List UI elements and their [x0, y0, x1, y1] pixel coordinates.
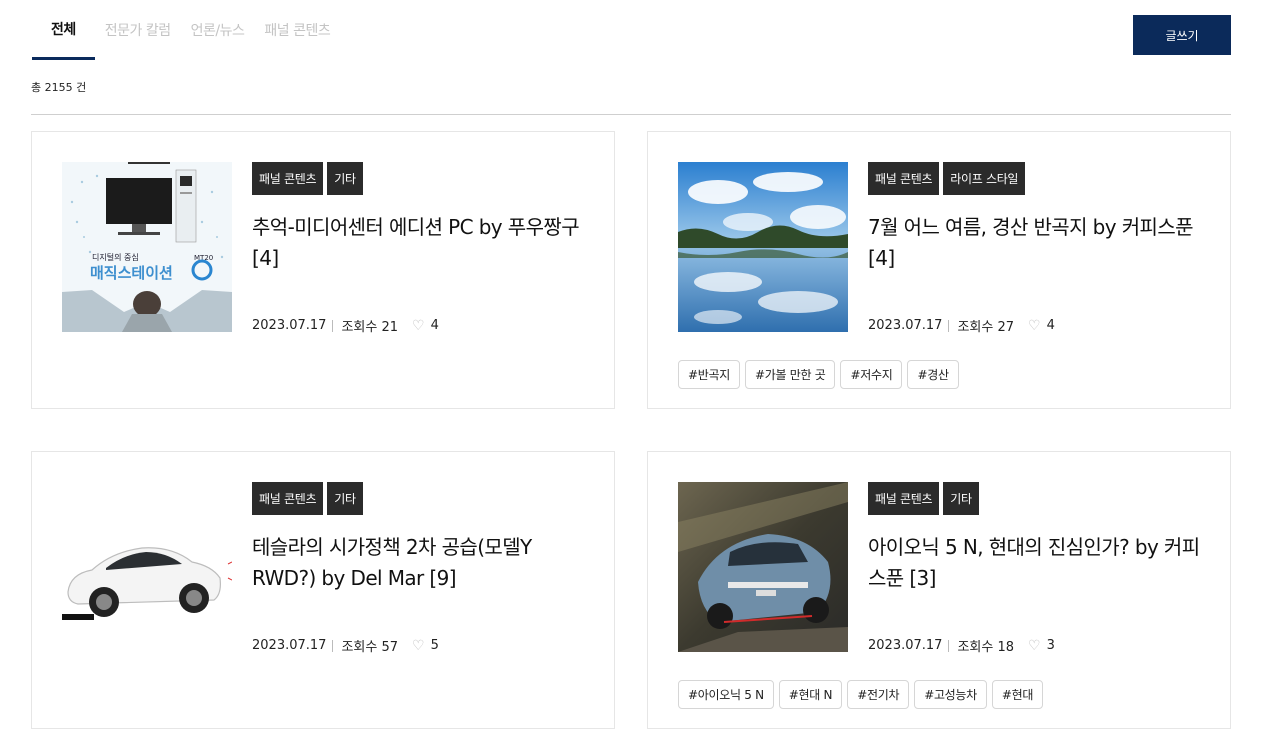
post-thumbnail — [678, 162, 848, 332]
divider — [31, 114, 1231, 115]
post-card[interactable]: 패널 콘텐츠 기타 테슬라의 시가정책 2차 공습(모델Y RWD?) by D… — [31, 451, 615, 729]
heart-outline-icon[interactable]: ♡ — [1028, 638, 1041, 654]
thumb-brand: 매직스테이션 — [90, 264, 173, 282]
post-thumbnail — [62, 482, 232, 652]
post-thumbnail — [678, 482, 848, 652]
post-views: 조회수 18 — [957, 640, 1014, 655]
write-button[interactable]: 글쓰기 — [1133, 15, 1231, 55]
post-card[interactable]: 디지털의 중심 MT20 매직스테이션 패널 콘텐츠 기타 추억-미디어센터 에… — [31, 131, 615, 409]
post-meta: 2023.07.17 조회수 18 ♡ 3 — [868, 636, 1055, 656]
post-title[interactable]: 7월 어느 여름, 경산 반곡지 by 커피스푼 [4] — [868, 212, 1208, 274]
hashtag[interactable]: #고성능차 — [914, 680, 987, 709]
heart-outline-icon[interactable]: ♡ — [412, 638, 425, 654]
post-meta: 2023.07.17 조회수 57 ♡ 5 — [252, 636, 439, 656]
post-likes: 4 — [1046, 318, 1055, 333]
heart-outline-icon[interactable]: ♡ — [412, 318, 425, 334]
post-meta: 2023.07.17 조회수 27 ♡ 4 — [868, 316, 1055, 336]
hashtag[interactable]: #반곡지 — [678, 360, 740, 389]
meta-separator — [948, 639, 950, 652]
category-badge[interactable]: 패널 콘텐츠 — [868, 162, 940, 195]
post-views: 조회수 57 — [341, 640, 398, 655]
tag-list: #반곡지 #가볼 만한 곳 #저수지 #경산 — [678, 360, 959, 389]
category-badge[interactable]: 패널 콘텐츠 — [252, 162, 324, 195]
meta-separator — [948, 319, 950, 332]
post-card[interactable]: 패널 콘텐츠 기타 아이오닉 5 N, 현대의 진심인가? by 커피스푼 [3… — [647, 451, 1231, 729]
category-badge[interactable]: 패널 콘텐츠 — [868, 482, 940, 515]
post-title[interactable]: 아이오닉 5 N, 현대의 진심인가? by 커피스푼 [3] — [868, 532, 1208, 594]
meta-separator — [332, 319, 334, 332]
tab-expert-column[interactable]: 전문가 칼럼 — [95, 0, 181, 60]
thumb-caption: 디지털의 중심 — [92, 252, 139, 262]
hashtag[interactable]: #현대 — [991, 680, 1044, 709]
hashtag[interactable]: #가볼 만한 곳 — [744, 360, 836, 389]
hashtag[interactable]: #전기차 — [847, 680, 910, 709]
post-likes: 5 — [430, 638, 439, 653]
hashtag[interactable]: #저수지 — [840, 360, 903, 389]
post-views: 조회수 21 — [341, 320, 398, 335]
post-thumbnail: 디지털의 중심 MT20 매직스테이션 — [62, 162, 232, 332]
hashtag[interactable]: #현대 N — [778, 680, 843, 709]
post-likes: 3 — [1046, 638, 1055, 653]
category-badge[interactable]: 기타 — [943, 482, 979, 515]
tab-all[interactable]: 전체 — [32, 0, 95, 60]
meta-separator — [332, 639, 334, 652]
category-badge[interactable]: 기타 — [327, 482, 363, 515]
post-date: 2023.07.17 — [868, 318, 943, 333]
category-badge[interactable]: 라이프 스타일 — [943, 162, 1026, 195]
post-likes: 4 — [430, 318, 439, 333]
tab-press-news[interactable]: 언론/뉴스 — [181, 0, 255, 60]
hashtag[interactable]: #경산 — [907, 360, 959, 389]
post-views: 조회수 27 — [957, 320, 1014, 335]
tab-bar: 전체 전문가 칼럼 언론/뉴스 패널 콘텐츠 — [32, 0, 340, 60]
post-meta: 2023.07.17 조회수 21 ♡ 4 — [252, 316, 439, 336]
total-count: 총 2155 건 — [31, 81, 87, 94]
category-badge[interactable]: 패널 콘텐츠 — [252, 482, 324, 515]
heart-outline-icon[interactable]: ♡ — [1028, 318, 1041, 334]
post-title[interactable]: 테슬라의 시가정책 2차 공습(모델Y RWD?) by Del Mar [9] — [252, 532, 592, 594]
post-card[interactable]: 패널 콘텐츠 라이프 스타일 7월 어느 여름, 경산 반곡지 by 커피스푼 … — [647, 131, 1231, 409]
hashtag[interactable]: #아이오닉 5 N — [678, 680, 774, 709]
tab-panel-content[interactable]: 패널 콘텐츠 — [254, 0, 340, 60]
post-title[interactable]: 추억-미디어센터 에디션 PC by 푸우짱구 [4] — [252, 212, 592, 274]
post-date: 2023.07.17 — [868, 638, 943, 653]
post-date: 2023.07.17 — [252, 638, 327, 653]
category-badge[interactable]: 기타 — [327, 162, 363, 195]
post-date: 2023.07.17 — [252, 318, 327, 333]
tag-list: #아이오닉 5 N #현대 N #전기차 #고성능차 #현대 — [678, 680, 1044, 709]
